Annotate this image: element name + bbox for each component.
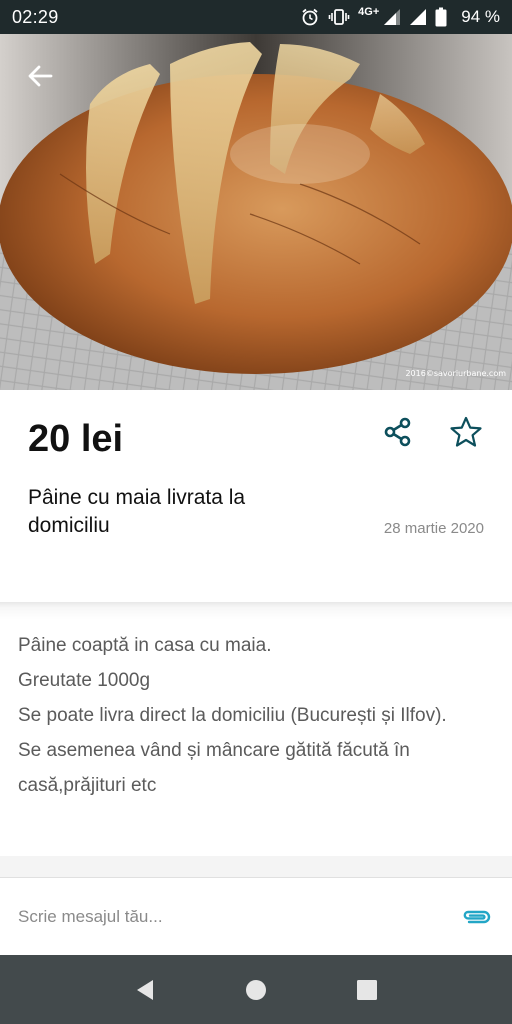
system-nav-bar xyxy=(0,955,512,1024)
share-icon xyxy=(384,417,411,447)
description-line: Pâine coaptă in casa cu maia. xyxy=(18,635,272,656)
star-outline-icon xyxy=(450,416,482,447)
listing-photo[interactable]: 2016©savoriurbane.com xyxy=(0,34,512,390)
nav-home-button[interactable] xyxy=(232,966,280,1014)
back-button[interactable] xyxy=(20,56,60,96)
vibrate-icon xyxy=(328,7,350,27)
listing-price: 20 lei xyxy=(28,418,124,460)
battery-icon xyxy=(435,7,447,27)
back-triangle-icon xyxy=(137,979,154,1000)
home-circle-icon xyxy=(245,979,266,1000)
listing-description: Pâine coaptă in casa cu maia. Greutate 1… xyxy=(18,628,498,803)
arrow-left-icon xyxy=(28,65,53,87)
listing-info: 20 lei Pâine cu maia livrata la domicili… xyxy=(0,390,512,602)
battery-percent: 94 % xyxy=(461,7,500,26)
description-line: Greutate 1000g xyxy=(18,670,151,691)
bread-photo xyxy=(0,34,512,390)
alarm-icon xyxy=(300,7,320,27)
section-gap xyxy=(0,856,512,878)
section-divider xyxy=(0,602,512,620)
signal-icon xyxy=(409,8,427,26)
nav-back-button[interactable] xyxy=(121,966,169,1014)
status-icons: 4G+ 94 % xyxy=(300,6,500,27)
message-input[interactable] xyxy=(18,907,458,927)
listing-title: Pâine cu maia livrata la domiciliu xyxy=(28,486,246,537)
recents-square-icon xyxy=(356,979,377,1000)
message-bar xyxy=(0,879,512,955)
description-line: Se poate livra direct la domiciliu (Bucu… xyxy=(18,705,447,726)
nav-recents-button[interactable] xyxy=(343,966,391,1014)
listing-date: 28 martie 2020 xyxy=(383,520,484,537)
attach-button[interactable] xyxy=(458,899,494,935)
paperclip-icon xyxy=(463,910,491,924)
favorite-button[interactable] xyxy=(446,412,486,452)
status-bar: 02:29 4G+ 94 % xyxy=(0,0,512,34)
network-type: 4G+ xyxy=(358,6,380,18)
signal-icon xyxy=(383,8,401,26)
share-button[interactable] xyxy=(378,412,418,452)
photo-watermark: 2016©savoriurbane.com xyxy=(405,369,506,378)
description-line: Se asemenea vând și mâncare gătită făcut… xyxy=(18,740,410,796)
status-time: 02:29 xyxy=(12,6,59,27)
